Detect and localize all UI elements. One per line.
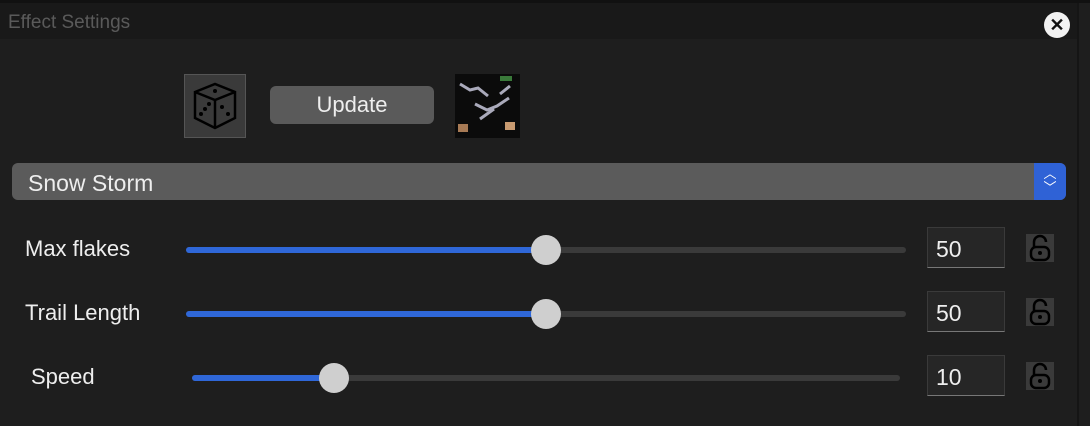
unlock-icon[interactable] [1026,298,1054,326]
param-label: Speed [31,364,95,389]
param-label: Trail Length [25,300,141,325]
param-row-max-flakes: Max flakes 50 [0,225,1077,275]
chevron-up-down-icon: ︿ ﹀ [1034,163,1066,200]
max-flakes-input[interactable]: 50 [927,227,1005,268]
close-icon[interactable]: ✕ [1044,12,1070,38]
slider-fill [192,375,334,381]
trail-length-input[interactable]: 50 [927,291,1005,332]
slider-fill [186,247,546,253]
speed-slider[interactable] [192,363,900,393]
speed-input[interactable]: 10 [927,355,1005,396]
slider-thumb[interactable] [318,363,349,393]
title-bar: Effect Settings ✕ [0,3,1077,39]
slider-fill [186,311,546,317]
param-row-trail-length: Trail Length 50 [0,289,1077,339]
effect-select-value: Snow Storm [28,170,154,196]
effect-select[interactable]: Snow Storm ︿ ﹀ [12,163,1066,200]
param-row-speed: Speed 10 [0,353,1077,403]
max-flakes-slider[interactable] [186,235,906,265]
randomize-button[interactable] [184,74,246,138]
unlock-icon[interactable] [1026,362,1054,390]
divider [1077,3,1079,426]
update-button[interactable]: Update [270,86,434,124]
slider-thumb[interactable] [531,299,561,329]
window-title: Effect Settings [8,12,131,33]
slider-thumb[interactable] [531,235,561,265]
effect-preview-thumbnail [455,74,520,138]
unlock-icon[interactable] [1026,234,1054,262]
param-label: Max flakes [25,236,131,261]
trail-length-slider[interactable] [186,299,906,329]
dice-icon [193,82,237,130]
